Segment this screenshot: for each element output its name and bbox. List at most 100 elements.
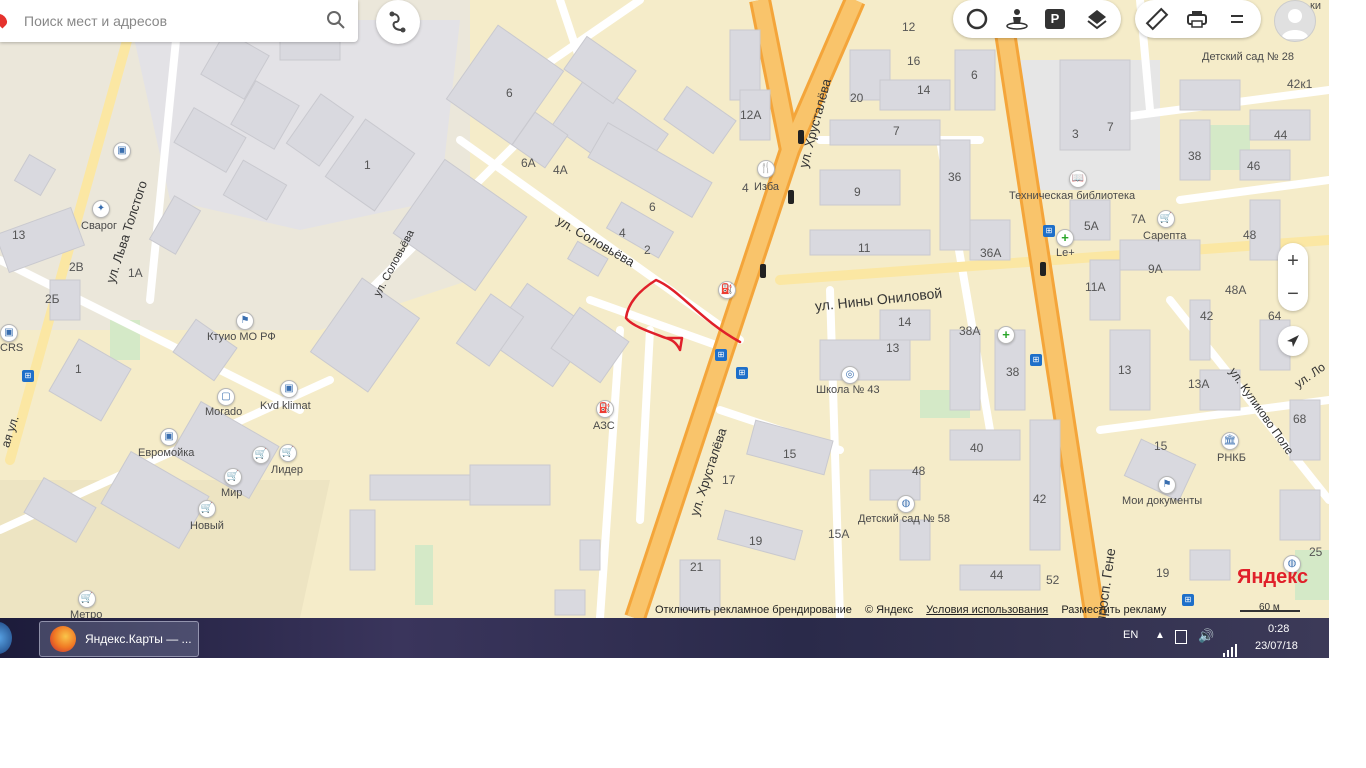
- flag-icon[interactable]: ⚑: [236, 312, 254, 330]
- house-number: 20: [850, 91, 864, 105]
- shop-icon[interactable]: ▣: [160, 428, 178, 446]
- cart-icon[interactable]: 🛒: [198, 500, 216, 518]
- volume-icon[interactable]: 🔊: [1198, 628, 1214, 668]
- disable-branding-link[interactable]: Отключить рекламное брендирование: [655, 604, 852, 616]
- navigation-arrow-icon: [1287, 335, 1299, 347]
- house-number: 68: [1293, 412, 1307, 426]
- house-number: 1: [364, 158, 371, 172]
- school-icon[interactable]: ◎: [841, 366, 859, 384]
- poi-label: Сарепта: [1143, 230, 1187, 242]
- terms-link[interactable]: Условия использования: [926, 604, 1048, 616]
- house-number: 15: [1154, 439, 1168, 453]
- panorama-icon[interactable]: [1003, 5, 1031, 33]
- house-number: 9А: [1148, 262, 1163, 276]
- traffic-icon[interactable]: [963, 5, 991, 33]
- poi-label: Техническая библиотека: [1009, 190, 1136, 202]
- poi-label: Лидер: [271, 464, 304, 476]
- traffic-light-icon: [788, 190, 794, 204]
- zoom-control: + −: [1278, 243, 1308, 311]
- house-number: 36: [948, 170, 962, 184]
- house-number: 42: [1200, 309, 1214, 323]
- yandex-logo: Яндекс: [1237, 566, 1309, 588]
- house-number: 12: [902, 20, 916, 34]
- network-icon[interactable]: [1222, 630, 1238, 670]
- bus-stop-icon[interactable]: ⊞: [22, 370, 34, 382]
- poi-label: АЗС: [593, 420, 615, 432]
- house-number: 4А: [553, 163, 568, 177]
- cart-icon[interactable]: 🛒: [78, 590, 96, 608]
- poi-label: Новый: [190, 520, 224, 532]
- layers-toolbar: P: [953, 0, 1121, 38]
- cart-icon[interactable]: 🛒: [279, 444, 297, 462]
- poi-label: Le+: [1056, 247, 1075, 259]
- traffic-light-icon: [760, 264, 766, 278]
- route-icon: [389, 11, 406, 33]
- zoom-out-button[interactable]: −: [1278, 279, 1308, 309]
- house-number: 38: [1188, 149, 1202, 163]
- house-number: 3: [1072, 127, 1079, 141]
- taskbar-window-button[interactable]: Яндекс.Карты — ...: [39, 621, 199, 657]
- bus-stop-icon[interactable]: ⊞: [1043, 225, 1055, 237]
- map-canvas[interactable]: ул. Хрусталёва ул. Хрусталёва ул. Соловь…: [0, 0, 1329, 618]
- menu-icon[interactable]: [1223, 5, 1251, 33]
- zoom-in-button[interactable]: +: [1278, 246, 1308, 276]
- cart-icon[interactable]: 🛒: [224, 468, 242, 486]
- battery-icon[interactable]: [1175, 630, 1187, 644]
- poi-label: Ктуио МО РФ: [207, 331, 276, 343]
- house-number: 40: [970, 441, 984, 455]
- bus-stop-icon[interactable]: ⊞: [1030, 354, 1042, 366]
- search-icon[interactable]: [326, 10, 346, 30]
- cart-icon[interactable]: 🛒: [1157, 210, 1175, 228]
- pharmacy-icon[interactable]: +: [1056, 229, 1074, 247]
- tools-icon[interactable]: ✦: [92, 200, 110, 218]
- bus-stop-icon[interactable]: ⊞: [715, 349, 727, 361]
- house-number: 15: [783, 447, 797, 461]
- fuel-icon[interactable]: ⛽: [718, 281, 736, 299]
- library-icon[interactable]: 📖: [1069, 170, 1087, 188]
- print-icon[interactable]: [1183, 5, 1211, 33]
- start-button[interactable]: [0, 622, 12, 654]
- cart-icon[interactable]: 🛒: [252, 446, 270, 464]
- house-number: 16: [907, 54, 921, 68]
- house-number: 13А: [1188, 377, 1210, 391]
- poi-label: CRS: [0, 342, 24, 354]
- route-button[interactable]: [376, 0, 420, 44]
- house-number: 36А: [980, 246, 1002, 260]
- poi-label: Morado: [205, 406, 243, 418]
- house-number: 13: [886, 341, 900, 355]
- search-input[interactable]: [22, 8, 316, 34]
- clock-date[interactable]: 23/07/18: [1255, 640, 1298, 680]
- house-number: 14: [917, 83, 931, 97]
- pharmacy-icon[interactable]: +: [997, 326, 1015, 344]
- shop-icon[interactable]: ▣: [0, 324, 18, 342]
- house-number: 1А: [128, 266, 143, 280]
- house-number: 38: [1006, 365, 1020, 379]
- poi-label: Школа № 43: [816, 384, 880, 396]
- flag-icon[interactable]: ⚑: [1158, 476, 1176, 494]
- map-footer: Отключить рекламное брендирование © Янде…: [655, 604, 1176, 618]
- geolocation-button[interactable]: [1278, 326, 1308, 356]
- show-hidden-icons-icon[interactable]: ▲: [1155, 630, 1165, 670]
- restaurant-icon[interactable]: 🍴: [757, 160, 775, 178]
- search-panel: [0, 0, 358, 42]
- advertise-link[interactable]: Разместить рекламу: [1061, 604, 1166, 616]
- bus-stop-icon[interactable]: ⊞: [736, 367, 748, 379]
- language-indicator[interactable]: EN: [1123, 629, 1138, 669]
- house-number: 15А: [828, 527, 850, 541]
- kindergarten-icon[interactable]: ◍: [897, 495, 915, 513]
- user-avatar[interactable]: [1274, 0, 1316, 42]
- ruler-icon[interactable]: [1143, 5, 1171, 33]
- parking-icon[interactable]: P: [1045, 9, 1065, 29]
- chair-icon[interactable]: ▢: [217, 388, 235, 406]
- house-number: 2: [644, 243, 651, 257]
- poi-label: Детский сад № 58: [858, 513, 950, 525]
- house-number: 1: [75, 362, 82, 376]
- fuel-icon[interactable]: ⛽: [596, 400, 614, 418]
- bus-stop-icon[interactable]: ⊞: [1182, 594, 1194, 606]
- house-number: 19: [749, 534, 763, 548]
- shop-icon[interactable]: ▣: [113, 142, 131, 160]
- house-number: 25: [1309, 545, 1323, 559]
- layers-icon[interactable]: [1083, 5, 1111, 33]
- shop-icon[interactable]: ▣: [280, 380, 298, 398]
- bank-icon[interactable]: 🏛: [1221, 432, 1239, 450]
